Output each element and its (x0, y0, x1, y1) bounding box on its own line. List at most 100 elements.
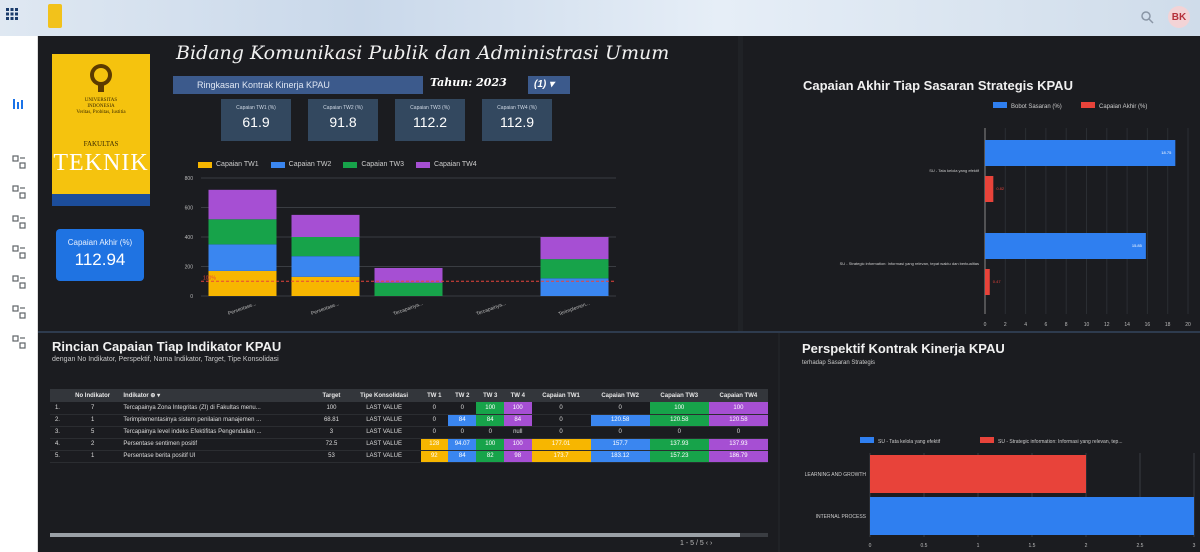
table-cell: LAST VALUE (347, 426, 421, 439)
search-icon[interactable] (1140, 10, 1154, 24)
bar-segment (291, 276, 360, 296)
bar-segment (208, 219, 277, 245)
ui-logo-small (48, 4, 62, 28)
table-cell: 100 (315, 402, 348, 415)
legend-swatch (343, 161, 358, 168)
page-icon[interactable] (11, 214, 27, 230)
column-header[interactable]: Capaian TW3 (649, 389, 709, 402)
table-cell: 0 (448, 402, 477, 415)
table-cell: LAST VALUE (347, 402, 421, 415)
column-header[interactable]: Target (315, 389, 348, 402)
column-header[interactable]: Capaian TW1 (531, 389, 591, 402)
column-header[interactable]: TW 2 (448, 389, 477, 402)
legend-item[interactable]: Capaian TW4 (416, 161, 477, 168)
y-tick-label: SU - Strategic information: Informasi ya… (840, 261, 979, 266)
page-icon[interactable] (11, 304, 27, 320)
table-subtitle: dengan No Indikator, Perspektif, Nama In… (52, 356, 279, 363)
tahun-label: Tahun: 2023 (430, 76, 507, 89)
table-title: Rincian Capaian Tiap Indikator KPAU (52, 339, 282, 354)
column-header[interactable]: Capaian TW2 (590, 389, 650, 402)
page-icon[interactable] (11, 154, 27, 170)
column-header[interactable] (50, 389, 65, 402)
column-header[interactable]: TW 4 (504, 389, 532, 402)
legend-item[interactable]: Capaian TW3 (343, 161, 404, 168)
apps-grid-icon[interactable] (6, 8, 18, 20)
column-header[interactable]: Indikator ⊕ ▾ (120, 389, 316, 402)
table-row[interactable]: 1. 7 Tercapainya Zona Integritas (ZI) di F… (50, 402, 768, 415)
bar-segment (374, 267, 443, 283)
table-pager[interactable]: 1 - 5 / 5 ‹ › (680, 540, 712, 547)
bar (985, 233, 1146, 259)
page-icon[interactable] (11, 244, 27, 260)
table-cell: 5. (50, 450, 65, 463)
table-row[interactable]: 4. 2 Persentase sentimen positif 72.5 LAST V… (50, 438, 768, 451)
table-row[interactable]: 3. 5 Tercapainya level indeks Efektifitas … (50, 426, 768, 439)
table-cell: 137.93 (649, 438, 709, 451)
x-tick-label: 8 (1065, 322, 1068, 328)
bar-segment (208, 270, 277, 296)
table-cell: 157.7 (590, 438, 650, 451)
horizontal-scrollbar[interactable] (50, 533, 768, 537)
column-header[interactable]: No Indikator (64, 389, 121, 402)
table-cell: 0 (590, 426, 650, 439)
table-cell: 84 (448, 414, 477, 427)
table-cell: 92 (420, 450, 449, 463)
table-cell: 177.01 (531, 438, 591, 451)
tw-card-label: Capaian TW3 (%) (410, 105, 450, 111)
univ-motto: Veritas, Probitas, Iustitia (76, 110, 126, 115)
page-icon[interactable] (11, 274, 27, 290)
tw-card-label: Capaian TW1 (%) (236, 105, 276, 111)
dashboard-icon[interactable] (11, 96, 27, 112)
indikator-table: No Indikator Indikator ⊕ ▾ Target Tipe Kons… (50, 389, 768, 463)
year-dropdown[interactable]: (1) ▾ (528, 76, 570, 94)
table-cell: 0 (531, 426, 591, 439)
column-header[interactable]: TW 3 (476, 389, 504, 402)
logo-stripe (52, 194, 150, 206)
bar-segment (291, 214, 360, 237)
page-icon[interactable] (11, 184, 27, 200)
scrollbar-thumb[interactable] (50, 533, 740, 537)
x-tick-label: Persentase... (310, 301, 340, 317)
user-avatar[interactable]: BK (1168, 6, 1190, 28)
column-header[interactable]: Capaian TW4 (708, 389, 768, 402)
legend-swatch (416, 161, 431, 168)
bar (985, 269, 990, 295)
tw-card: Capaian TW1 (%) 61.9 (221, 99, 291, 141)
column-header[interactable]: Tipe Konsolidasi (347, 389, 421, 402)
top-banner: BK (0, 0, 1200, 36)
x-tick-label: Persentase... (227, 301, 257, 317)
dashboard-canvas: UNIVERSITAS INDONESIA Veritas, Probitas, I… (38, 36, 1200, 552)
crest-icon (90, 64, 112, 92)
perspektif-bar-chart: SU - Tata kelola yang efektif SU - Strate… (805, 437, 1196, 549)
next-page-icon[interactable]: › (710, 540, 712, 547)
page-icon[interactable] (11, 334, 27, 350)
data-label: 0.47 (993, 279, 1002, 284)
ringkasan-label: Ringkasan Kontrak Kinerja KPAU (173, 76, 423, 94)
legend-item[interactable]: Capaian TW1 (198, 161, 259, 168)
bar-segment (208, 189, 277, 220)
table-row[interactable]: 5. 1 Persentase berita positif UI 53 LAST VA… (50, 450, 768, 463)
bar-segment (291, 237, 360, 257)
x-tick-label: 2.5 (1137, 543, 1144, 549)
faculty-logo: UNIVERSITAS INDONESIA Veritas, Probitas, I… (52, 54, 150, 206)
legend-swatch (270, 161, 285, 168)
table-cell: 94.07 (448, 438, 477, 451)
legend-item[interactable]: Capaian TW2 (270, 161, 331, 168)
x-tick-label: 14 (1124, 322, 1130, 328)
prev-page-icon[interactable]: ‹ (706, 540, 708, 547)
perspektif-panel: Perspektif Kontrak Kinerja KPAU terhadap… (780, 333, 1200, 552)
table-cell: LAST VALUE (347, 414, 421, 427)
x-tick-label: 16 (1145, 322, 1151, 328)
tw-card: Capaian TW3 (%) 112.2 (395, 99, 465, 141)
sasaran-bar-chart: Bobot Sasaran (%) Capaian Akhir (%) 0 2 4 6 8 1… (840, 102, 1191, 328)
tw-card: Capaian TW2 (%) 91.8 (308, 99, 378, 141)
table-header-row: No Indikator Indikator ⊕ ▾ Target Tipe Kons… (50, 389, 768, 402)
table-row[interactable]: 2. 1 Terimplementasinya sistem penilaian m… (50, 414, 768, 427)
table-cell: 0 (531, 414, 591, 427)
sasaran-panel: Capaian Akhir Tiap Sasaran Strategis KPA… (743, 36, 1200, 331)
table-cell: 84 (448, 450, 477, 463)
tw-card-value: 91.8 (329, 114, 357, 130)
table-cell: 7 (64, 402, 121, 415)
legend-label: Capaian TW1 (216, 161, 259, 168)
column-header[interactable]: TW 1 (420, 389, 449, 402)
